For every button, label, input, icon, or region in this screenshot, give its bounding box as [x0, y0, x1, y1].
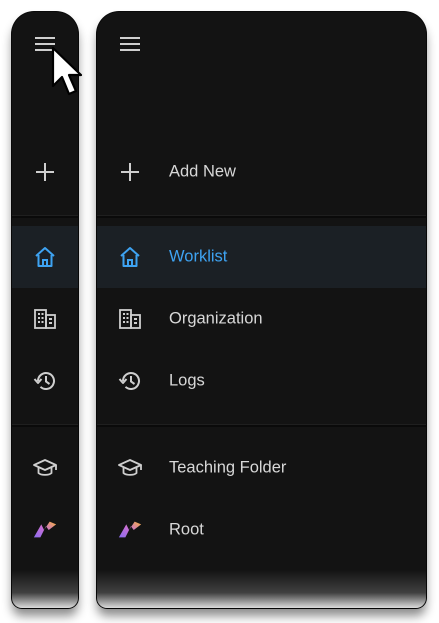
- sidebar-comparison: Add New Worklist Organization Logs Teach…: [0, 0, 439, 623]
- sidebar-item-label: Add New: [169, 162, 236, 181]
- root-logo-icon: [32, 517, 58, 543]
- sidebar-item-root[interactable]: Root: [97, 499, 426, 561]
- hamburger-menu-icon[interactable]: [34, 34, 56, 54]
- divider: [12, 424, 78, 427]
- sidebar-item-organization[interactable]: [12, 288, 78, 350]
- sidebar-item-logs[interactable]: [12, 350, 78, 412]
- sidebar-item-add-new[interactable]: Add New: [97, 141, 426, 203]
- graduation-cap-icon: [32, 455, 58, 481]
- expanded-sidebar: Add New Worklist Organization Logs Teach…: [97, 12, 426, 608]
- sidebar-item-worklist[interactable]: [12, 226, 78, 288]
- building-icon: [32, 306, 58, 332]
- sidebar-item-label: Organization: [169, 309, 263, 328]
- sidebar-item-add-new[interactable]: [12, 141, 78, 203]
- graduation-cap-icon: [117, 455, 143, 481]
- sidebar-item-teaching-folder[interactable]: Teaching Folder: [97, 437, 426, 499]
- divider: [12, 215, 78, 218]
- collapsed-sidebar: [12, 12, 78, 608]
- root-logo-icon: [117, 517, 143, 543]
- hamburger-menu-icon[interactable]: [119, 34, 141, 54]
- building-icon: [117, 306, 143, 332]
- home-icon: [117, 244, 143, 270]
- sidebar-item-label: Root: [169, 520, 204, 539]
- plus-icon: [117, 159, 143, 185]
- home-icon: [32, 244, 58, 270]
- sidebar-item-teaching-folder[interactable]: [12, 437, 78, 499]
- sidebar-item-logs[interactable]: Logs: [97, 350, 426, 412]
- divider: [97, 215, 426, 218]
- history-icon: [32, 368, 58, 394]
- sidebar-item-label: Worklist: [169, 247, 228, 266]
- sidebar-item-label: Logs: [169, 371, 205, 390]
- history-icon: [117, 368, 143, 394]
- divider: [97, 424, 426, 427]
- sidebar-item-label: Teaching Folder: [169, 458, 287, 477]
- plus-icon: [32, 159, 58, 185]
- sidebar-item-worklist[interactable]: Worklist: [97, 226, 426, 288]
- sidebar-item-organization[interactable]: Organization: [97, 288, 426, 350]
- sidebar-item-root[interactable]: [12, 499, 78, 561]
